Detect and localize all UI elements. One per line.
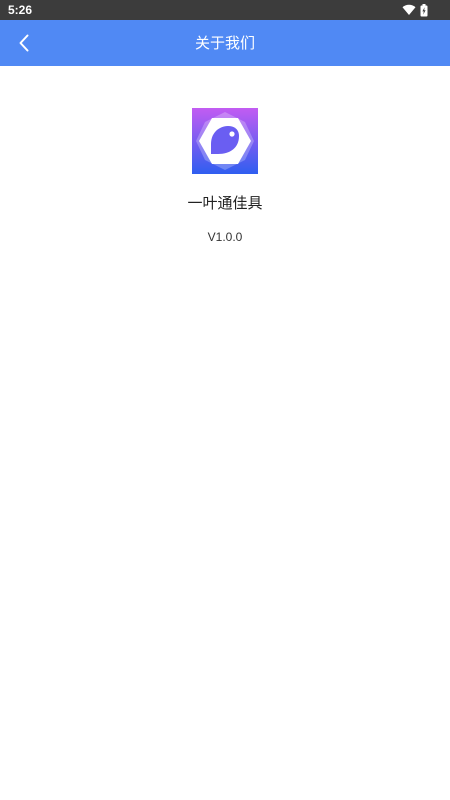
about-content: 一叶通佳具 V1.0.0 [0, 66, 450, 800]
app-version: V1.0.0 [207, 230, 243, 244]
status-time: 5:26 [8, 3, 33, 17]
wifi-icon [402, 4, 416, 16]
status-icons [402, 3, 428, 17]
battery-icon [420, 3, 428, 16]
app-logo-icon [192, 108, 258, 174]
app-name: 一叶通佳具 [187, 194, 263, 212]
page-title: 关于我们 [194, 34, 255, 52]
app-bar: 关于我们 [0, 20, 450, 66]
status-bar: 5:26 [0, 0, 450, 20]
